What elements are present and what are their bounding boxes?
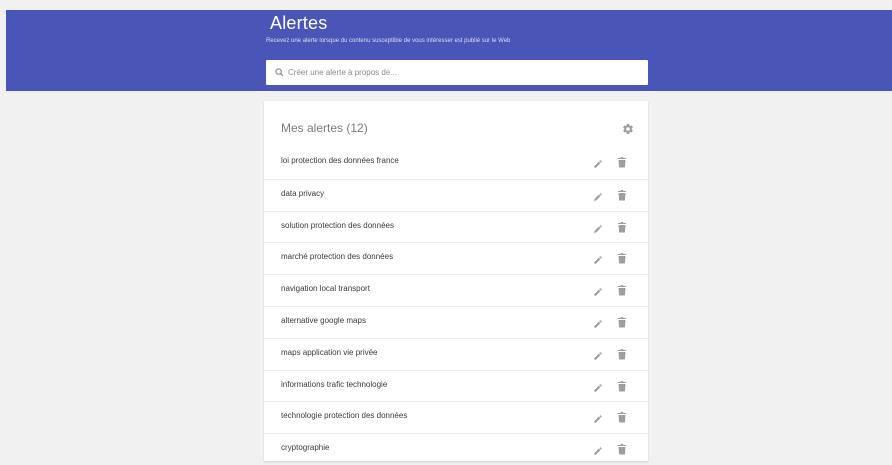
alert-row[interactable]: alternative google maps: [264, 305, 648, 338]
search-box[interactable]: [266, 60, 648, 85]
alert-label[interactable]: maps application vie privée: [281, 348, 378, 357]
alert-label[interactable]: marché protection des données: [281, 252, 393, 261]
pencil-icon[interactable]: [593, 348, 603, 360]
app-header: Alertes Recevez une alerte lorsque du co…: [6, 10, 892, 91]
alert-row[interactable]: data privacy: [264, 178, 648, 211]
alert-label[interactable]: data privacy: [281, 189, 324, 198]
search-input[interactable]: [288, 68, 648, 77]
alert-row[interactable]: maps application vie privée: [264, 337, 648, 370]
pencil-icon[interactable]: [593, 411, 603, 424]
alert-row[interactable]: loi protection des données france: [264, 147, 648, 179]
alerts-card: Mes alertes (12) loi protection des donn…: [264, 101, 648, 461]
pencil-icon[interactable]: [593, 221, 603, 233]
alerts-card-header: Mes alertes (12): [264, 101, 648, 147]
trash-icon[interactable]: [618, 155, 626, 168]
trash-icon[interactable]: [618, 347, 626, 360]
trash-icon[interactable]: [618, 442, 626, 455]
page-title: Alertes: [270, 13, 328, 33]
pencil-icon[interactable]: [593, 284, 603, 296]
trash-icon[interactable]: [618, 315, 626, 328]
alert-label[interactable]: navigation local transport: [281, 284, 370, 293]
alert-label[interactable]: solution protection des données: [281, 221, 394, 230]
pencil-icon[interactable]: [593, 156, 603, 168]
alert-row[interactable]: technologie protection des données: [264, 401, 648, 433]
alert-row[interactable]: cryptographie: [264, 433, 648, 465]
trash-icon[interactable]: [618, 410, 626, 423]
page-subtitle: Recevez une alerte lorsque du contenu su…: [266, 38, 511, 44]
trash-icon[interactable]: [618, 220, 626, 233]
pencil-icon[interactable]: [593, 316, 603, 328]
gear-icon[interactable]: [622, 122, 634, 135]
pencil-icon[interactable]: [593, 443, 603, 455]
pencil-icon[interactable]: [593, 252, 603, 265]
alert-label[interactable]: cryptographie: [281, 443, 329, 452]
trash-icon[interactable]: [618, 251, 626, 264]
trash-icon[interactable]: [618, 188, 626, 201]
trash-icon[interactable]: [618, 283, 626, 296]
alert-row[interactable]: solution protection des données: [264, 210, 648, 243]
alerts-title: Mes alertes (12): [281, 121, 368, 135]
alert-row[interactable]: marché protection des données: [264, 242, 648, 274]
pencil-icon[interactable]: [593, 380, 603, 392]
alert-label[interactable]: loi protection des données france: [281, 156, 399, 165]
trash-icon[interactable]: [618, 379, 626, 392]
alert-row[interactable]: informations trafic technologie: [264, 369, 648, 402]
alert-label[interactable]: alternative google maps: [281, 316, 366, 325]
alert-label[interactable]: technologie protection des données: [281, 411, 407, 420]
alert-row[interactable]: navigation local transport: [264, 274, 648, 306]
search-icon: [274, 68, 284, 78]
alert-label[interactable]: informations trafic technologie: [281, 380, 387, 389]
pencil-icon[interactable]: [593, 189, 603, 201]
alerts-list: loi protection des données france data p…: [264, 147, 648, 465]
